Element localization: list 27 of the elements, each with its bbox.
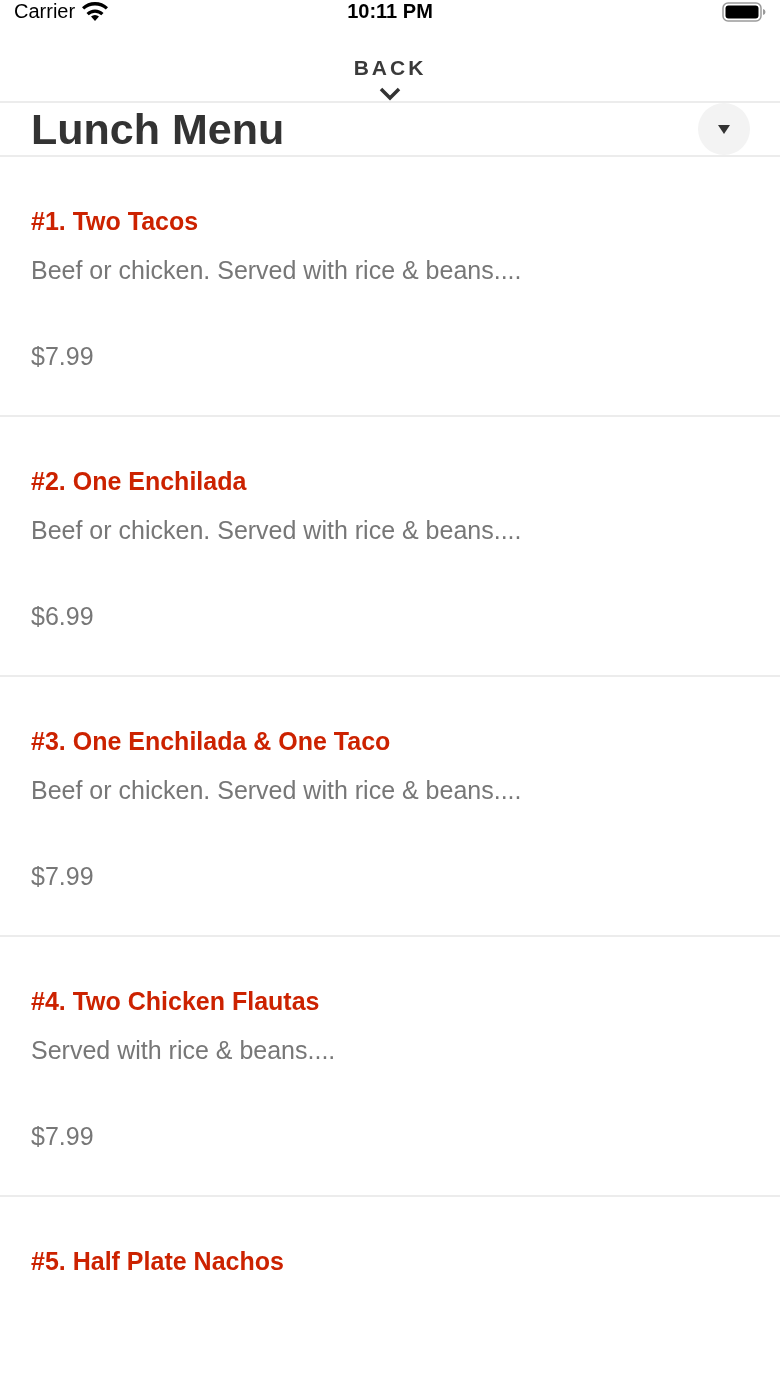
item-description: Beef or chicken. Served with rice & beans.... — [31, 515, 522, 546]
caret-down-icon — [718, 124, 730, 134]
carrier-name: Carrier — [14, 0, 76, 23]
menu-item[interactable]: #3. One Enchilada & One Taco Beef or chicken. Served with rice & beans.... $7.99 — [0, 677, 780, 937]
back-button[interactable]: BACK — [353, 56, 427, 101]
item-price: $6.99 — [31, 601, 94, 632]
menu-item[interactable]: #5. Half Plate Nachos — [0, 1197, 780, 1387]
item-name: #1. Two Tacos — [31, 206, 199, 237]
battery-icon — [722, 1, 766, 22]
wifi-icon — [82, 2, 109, 21]
menu-title: Lunch Menu — [31, 104, 285, 154]
item-price: $7.99 — [31, 861, 94, 892]
item-name: #5. Half Plate Nachos — [31, 1246, 284, 1277]
dropdown-button[interactable] — [698, 103, 750, 155]
menu-item[interactable]: #1. Two Tacos Beef or chicken. Served with rice & beans.... $7.99 — [0, 157, 780, 417]
item-price: $7.99 — [31, 1121, 94, 1152]
item-name: #2. One Enchilada — [31, 466, 247, 497]
item-description: Beef or chicken. Served with rice & beans.... — [31, 255, 522, 286]
status-time: 10:11 PM — [347, 0, 433, 23]
item-description: Served with rice & beans.... — [31, 1035, 336, 1066]
item-price: $7.99 — [31, 341, 94, 372]
menu-item[interactable]: #4. Two Chicken Flautas Served with rice & beans.... $7.99 — [0, 937, 780, 1197]
item-description: Beef or chicken. Served with rice & beans.... — [31, 775, 522, 806]
menu-item[interactable]: #2. One Enchilada Beef or chicken. Served with rice & beans.... $6.99 — [0, 417, 780, 677]
item-name: #3. One Enchilada & One Taco — [31, 726, 391, 757]
item-name: #4. Two Chicken Flautas — [31, 986, 320, 1017]
chevron-down-icon — [379, 87, 401, 101]
